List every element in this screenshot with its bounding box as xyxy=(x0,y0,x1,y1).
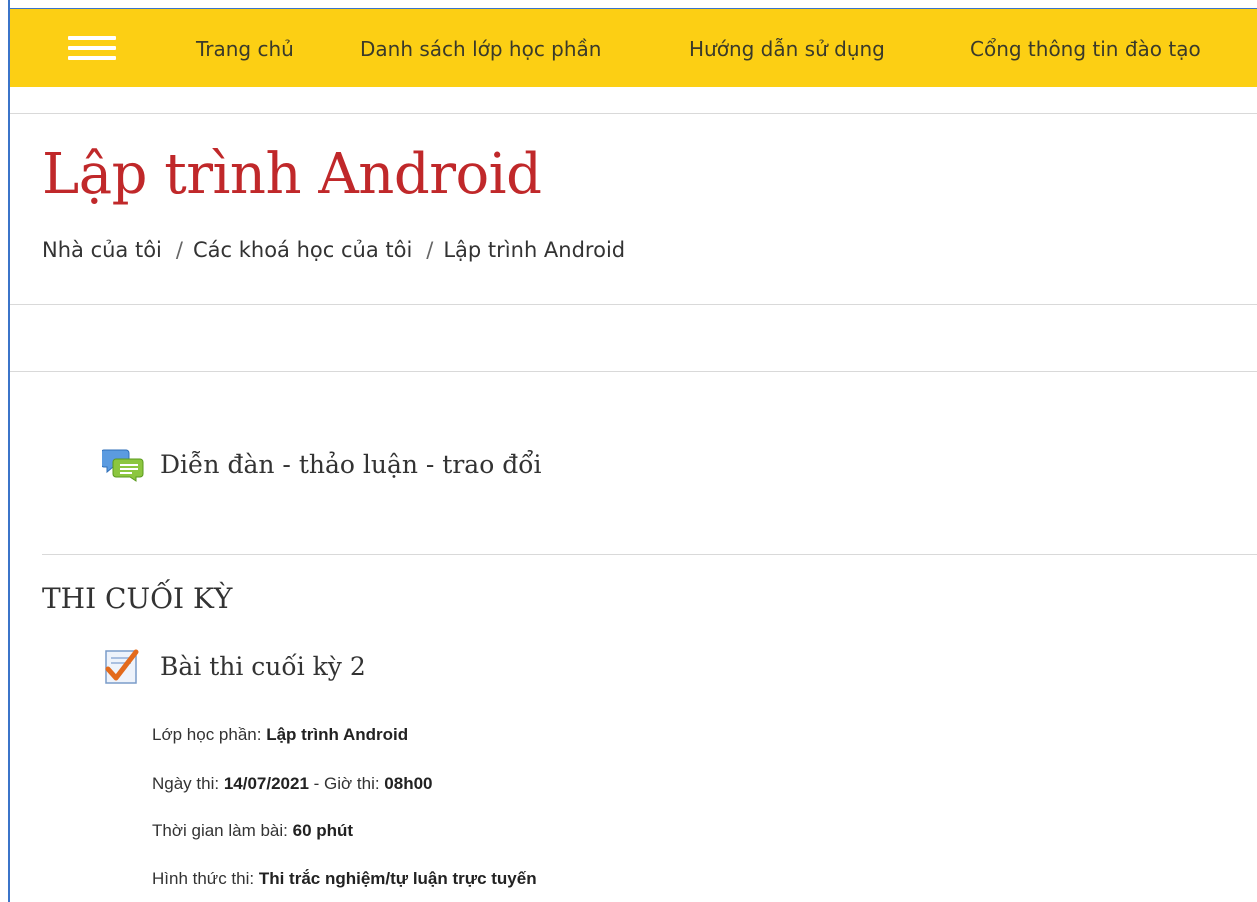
date-value: 14/07/2021 xyxy=(223,774,309,793)
nav-link-class-list[interactable]: Danh sách lớp học phần xyxy=(360,37,601,61)
quiz-icon xyxy=(105,649,139,684)
breadcrumb-item-course[interactable]: Lập trình Android xyxy=(443,238,625,262)
duration-value: 60 phút xyxy=(292,821,354,840)
breadcrumb-separator: / xyxy=(426,238,434,262)
time-label: - Giờ thi: xyxy=(308,774,385,793)
forum-icon xyxy=(102,449,144,482)
window-left-border xyxy=(8,0,10,902)
quiz-duration-info: Thời gian làm bài: 60 phút xyxy=(152,821,353,841)
class-label: Lớp học phần: xyxy=(152,725,267,744)
quiz-link[interactable]: Bài thi cuối kỳ 2 xyxy=(160,652,366,681)
breadcrumb-item-my-courses[interactable]: Các khoá học của tôi xyxy=(193,238,412,262)
class-value: Lập trình Android xyxy=(266,725,409,744)
date-label: Ngày thi: xyxy=(152,774,224,793)
breadcrumb: Nhà của tôi / Các khoá học của tôi / Lập trì… xyxy=(42,238,625,262)
forum-activity[interactable]: Diễn đàn - thảo luận - trao đổi xyxy=(102,446,542,482)
forum-link[interactable]: Diễn đàn - thảo luận - trao đổi xyxy=(160,450,542,479)
nav-link-user-guide[interactable]: Hướng dẫn sử dụng xyxy=(689,37,885,61)
nav-link-training-portal[interactable]: Cổng thông tin đào tạo xyxy=(970,37,1201,61)
quiz-class-info: Lớp học phần: Lập trình Android xyxy=(152,725,408,745)
duration-label: Thời gian làm bài: xyxy=(152,821,293,840)
divider xyxy=(10,304,1257,305)
divider xyxy=(10,113,1257,114)
hamburger-menu-icon[interactable] xyxy=(68,36,116,60)
format-value: Thi trắc nghiệm/tự luận trực tuyến xyxy=(258,869,537,888)
section-title: THI CUỐI KỲ xyxy=(42,582,233,615)
divider xyxy=(10,371,1257,372)
quiz-activity[interactable]: Bài thi cuối kỳ 2 xyxy=(102,647,366,685)
breadcrumb-separator: / xyxy=(175,238,183,262)
page-title: Lập trình Android xyxy=(42,142,542,207)
time-value: 08h00 xyxy=(384,774,433,793)
breadcrumb-item-home[interactable]: Nhà của tôi xyxy=(42,238,162,262)
format-label: Hình thức thi: xyxy=(152,869,259,888)
top-navbar: Trang chủ Danh sách lớp học phần Hướng d… xyxy=(10,9,1257,87)
divider xyxy=(42,554,1257,555)
quiz-format-info: Hình thức thi: Thi trắc nghiệm/tự luận t… xyxy=(152,869,537,889)
quiz-date-info: Ngày thi: 14/07/2021 - Giờ thi: 08h00 xyxy=(152,774,433,794)
nav-link-home[interactable]: Trang chủ xyxy=(196,37,294,61)
